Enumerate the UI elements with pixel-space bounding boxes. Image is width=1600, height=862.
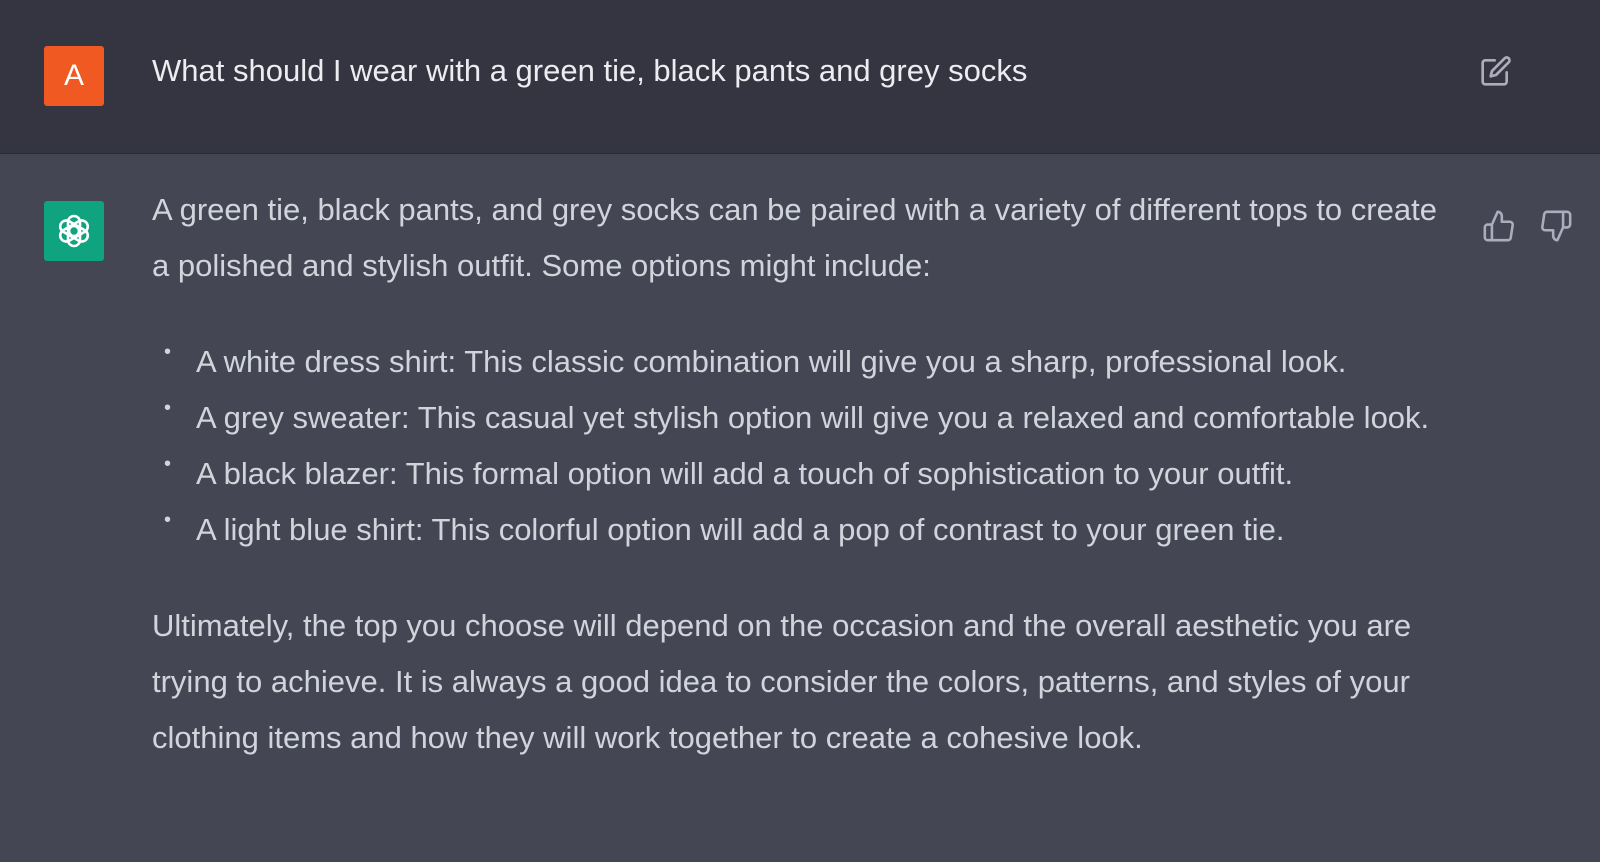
list-item-text: A black blazer: This formal option will … <box>196 456 1294 491</box>
list-item-text: A white dress shirt: This classic combin… <box>196 344 1347 379</box>
bullet: • <box>164 397 172 419</box>
list-item: • A grey sweater: This casual yet stylish… <box>164 390 1442 446</box>
thumbs-up-icon[interactable] <box>1482 209 1516 243</box>
thumbs-down-icon[interactable] <box>1539 209 1573 243</box>
user-message-row: A What should I wear with a green tie, b… <box>0 0 1600 154</box>
bullet: • <box>164 341 172 363</box>
edit-icon[interactable] <box>1480 55 1512 87</box>
assistant-message-body: A green tie, black pants, and grey socks… <box>152 182 1442 766</box>
options-list: • A white dress shirt: This classic combi… <box>152 334 1442 558</box>
list-item: • A black blazer: This formal option will… <box>164 446 1442 502</box>
user-avatar: A <box>44 46 104 106</box>
list-item-text: A grey sweater: This casual yet stylish … <box>196 400 1430 435</box>
openai-logo-icon <box>44 201 104 261</box>
list-item: • A white dress shirt: This classic combi… <box>164 334 1442 390</box>
user-message-text: What should I wear with a green tie, bla… <box>152 53 1028 88</box>
bullet: • <box>164 509 172 531</box>
assistant-message-row: A green tie, black pants, and grey socks… <box>0 154 1600 862</box>
list-item-text: A light blue shirt: This colorful option… <box>196 512 1285 547</box>
answer-conclusion: Ultimately, the top you choose will depe… <box>152 608 1412 755</box>
list-item: • A light blue shirt: This colorful optio… <box>164 502 1442 558</box>
bullet: • <box>164 453 172 475</box>
answer-intro: A green tie, black pants, and grey socks… <box>152 192 1437 283</box>
